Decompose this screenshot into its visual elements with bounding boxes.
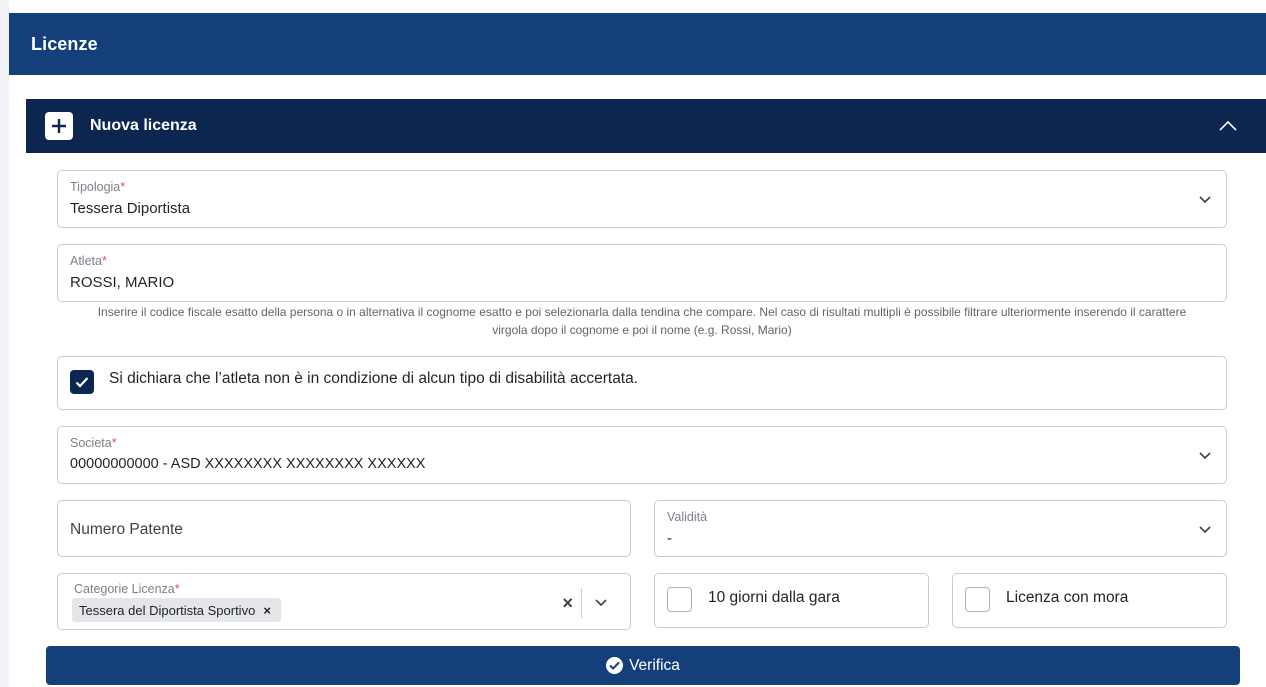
societa-value: 00000000000 - ASD XXXXXXXX XXXXXXXX XXXX… <box>70 456 426 472</box>
validita-value: - <box>667 530 672 547</box>
licenza-mora-option[interactable]: Licenza con mora <box>952 573 1227 628</box>
tipologia-value: Tessera Diportista <box>70 200 191 217</box>
numero-patente-placeholder: Numero Patente <box>70 521 183 538</box>
category-chip-label: Tessera del Diportista Sportivo <box>79 602 256 618</box>
licenza-mora-checkbox[interactable] <box>965 587 990 612</box>
page-header: Licenze <box>9 13 1266 75</box>
atleta-hint-line-1: Inserire il codice fiscale esatto della … <box>97 305 1187 319</box>
tipologia-label: Tipologia* <box>70 180 126 194</box>
verify-label: Verifica <box>629 656 680 674</box>
verify-button[interactable]: Verifica <box>46 646 1240 685</box>
licenza-mora-label: Licenza con mora <box>1006 589 1129 606</box>
chevron-down-icon[interactable] <box>1198 193 1212 205</box>
atleta-hint-line-2: virgola dopo il cognome e poi il nome (e… <box>492 323 792 337</box>
declaration-text: Si dichiara che l’atleta non è in condiz… <box>109 370 639 387</box>
divider <box>581 588 582 618</box>
dieci-giorni-label: 10 giorni dalla gara <box>708 589 840 606</box>
categorie-label: Categorie Licenza* <box>74 582 180 596</box>
validita-select[interactable]: Validità - <box>654 500 1227 557</box>
plus-icon[interactable] <box>45 112 73 140</box>
societa-label: Societa* <box>70 436 117 450</box>
new-license-panel-header[interactable]: Nuova licenza <box>26 99 1266 153</box>
check-circle-icon <box>606 657 624 674</box>
dieci-giorni-checkbox[interactable] <box>667 587 692 612</box>
atleta-hint: Inserire il codice fiscale esatto della … <box>57 303 1227 339</box>
atleta-label: Atleta* <box>70 254 107 268</box>
declaration-checkbox[interactable] <box>70 370 94 394</box>
disability-declaration: Si dichiara che l’atleta non è in condiz… <box>57 356 1227 410</box>
category-chip: Tessera del Diportista Sportivo × <box>72 598 281 622</box>
atleta-value: ROSSI, MARIO <box>70 274 175 291</box>
page-title: Licenze <box>31 33 98 54</box>
validita-label: Validità <box>667 510 708 524</box>
atleta-input[interactable]: Atleta* ROSSI, MARIO <box>57 244 1227 302</box>
chevron-up-icon[interactable] <box>1218 116 1238 136</box>
tipologia-select[interactable]: Tipologia* Tessera Diportista <box>57 170 1227 228</box>
chevron-down-icon[interactable] <box>1198 449 1212 461</box>
numero-patente-field[interactable]: Numero Patente <box>57 500 631 557</box>
dieci-giorni-option[interactable]: 10 giorni dalla gara <box>654 573 929 628</box>
categorie-licenza-select[interactable]: Categorie Licenza* Tessera del Diportist… <box>57 573 631 630</box>
chevron-down-icon[interactable] <box>1198 523 1212 535</box>
panel-title: Nuova licenza <box>90 117 197 134</box>
chevron-down-icon[interactable] <box>594 596 608 608</box>
societa-select[interactable]: Societa* 00000000000 - ASD XXXXXXXX XXXX… <box>57 426 1227 484</box>
left-edge <box>0 0 9 687</box>
clear-icon[interactable]: × <box>562 593 573 614</box>
check-icon <box>75 377 89 388</box>
chip-remove-icon[interactable]: × <box>263 603 271 618</box>
